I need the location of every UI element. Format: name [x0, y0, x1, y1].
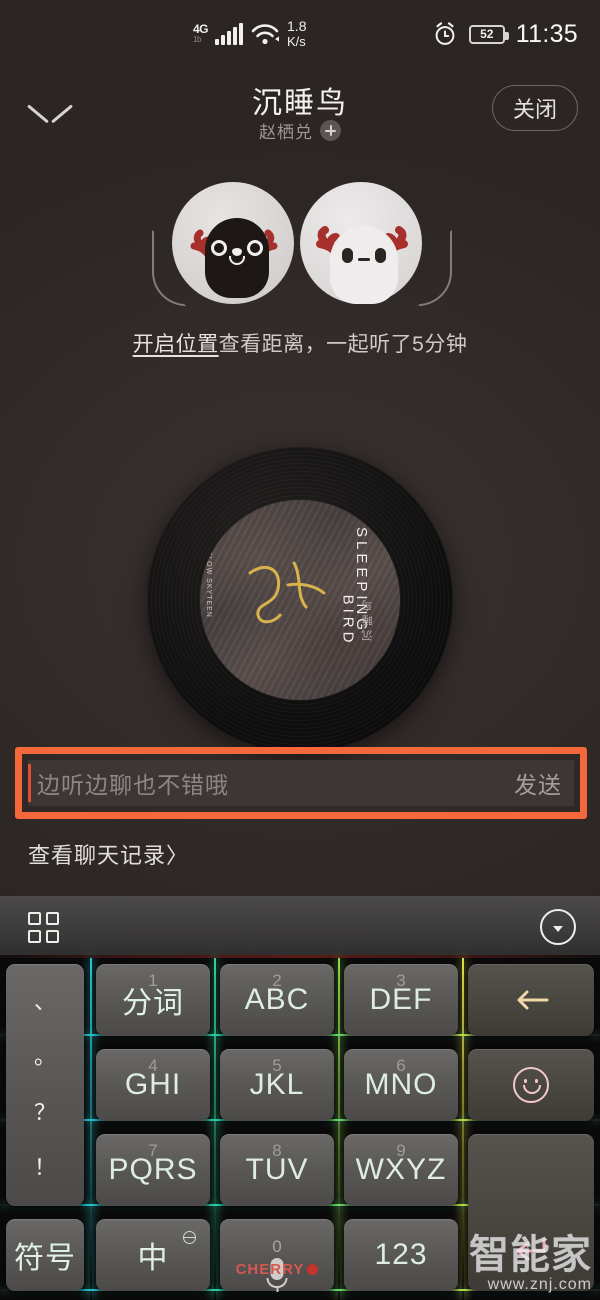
voice-key[interactable]: 0 CHERRY: [220, 1219, 334, 1292]
key-7[interactable]: 7 PQRS: [96, 1134, 210, 1206]
network-type-label: 4G: [193, 22, 209, 36]
punct-mark-2: ？: [33, 1099, 56, 1125]
punct-mark-3: ！: [33, 1155, 56, 1181]
key-number: 4: [148, 1056, 158, 1075]
key-6[interactable]: 6 MNO: [344, 1049, 458, 1121]
vinyl-record[interactable]: SLEEPING BIRD FLOW SKYTEEN 沉睡鸟: [147, 447, 453, 753]
network-speed-value: 1.8: [287, 18, 307, 34]
listen-together-status: 开启位置查看距离，一起听了5分钟: [0, 328, 600, 358]
album-cn-label: 沉睡鸟: [362, 596, 374, 641]
key-number: 1: [148, 971, 158, 990]
backspace-icon: [517, 990, 549, 1010]
keyboard-glow: [462, 958, 464, 1300]
key-number: 7: [148, 1141, 158, 1160]
album-title-line2: BIRD: [339, 594, 357, 647]
emoji-key[interactable]: [468, 1049, 594, 1121]
key-3[interactable]: 3 DEF: [344, 964, 458, 1036]
keyboard-glow: [214, 958, 216, 1300]
key-2[interactable]: 2 ABC: [220, 964, 334, 1036]
status-bar: 4G 1b 1.8 K/s 52 11:35: [0, 0, 600, 68]
enable-location-link[interactable]: 开启位置: [133, 333, 219, 356]
keyboard-glow: [90, 958, 92, 1300]
key-number: 6: [396, 1056, 406, 1075]
keyboard-glow: [338, 958, 340, 1300]
network-speed-unit: K/s: [287, 34, 306, 49]
listen-together-avatars: [0, 178, 600, 313]
keyboard-toolbar: [0, 896, 600, 958]
key-number: 3: [396, 971, 406, 990]
alarm-clock-icon: [435, 22, 455, 45]
network-sub-label: 1b: [193, 35, 201, 44]
network-speed: 1.8 K/s: [287, 18, 307, 50]
battery-level-label: 52: [480, 27, 494, 41]
wifi-icon: [251, 24, 280, 45]
key-1[interactable]: 1 分词: [96, 964, 210, 1036]
key-4[interactable]: 4 GHI: [96, 1049, 210, 1121]
globe-icon: [183, 1231, 196, 1244]
backspace-key[interactable]: [468, 964, 594, 1036]
return-arrow-icon: [516, 1238, 546, 1261]
key-label: 123: [374, 1238, 428, 1271]
album-brand-label: FLOW SKYTEEN: [205, 542, 212, 618]
headphone-cord-right-icon: [418, 230, 452, 306]
clock-label: 11:35: [515, 19, 578, 48]
listen-duration-label: 查看距离，一起听了5分钟: [218, 333, 468, 356]
key-label: 中: [137, 1242, 169, 1275]
grid-apps-icon[interactable]: [28, 912, 59, 943]
key-8[interactable]: 8 TUV: [220, 1134, 334, 1206]
cherry-brand-label: CHERRY: [220, 1261, 334, 1278]
signal-bars-icon: [215, 23, 244, 45]
keyboard: 、。 ？ ！ 1 分词 2 ABC 3 DEF 4 GHI 5 JKL 6 MNO 7 PQRS 8 TUV 9 WXY…: [0, 896, 600, 1300]
punctuation-key[interactable]: 、。 ？ ！: [6, 964, 84, 1206]
white-deer-face: [330, 226, 398, 304]
enter-key[interactable]: [468, 1134, 594, 1291]
punct-mark-0: 、: [33, 988, 56, 1014]
message-input[interactable]: 边听边聊也不错哦 发送: [28, 760, 574, 806]
key-number: 5: [272, 1056, 282, 1075]
view-chat-history-link[interactable]: 查看聊天记录〉: [28, 838, 189, 870]
chevron-down-circle-icon[interactable]: [540, 909, 576, 945]
key-number: 2: [272, 971, 282, 990]
smiley-face-icon: [513, 1067, 549, 1103]
album-art-label: SLEEPING BIRD FLOW SKYTEEN 沉睡鸟: [200, 500, 400, 700]
symbol-key[interactable]: 符号: [6, 1219, 84, 1291]
key-label: 符号: [14, 1242, 76, 1275]
key-number: 9: [396, 1141, 406, 1160]
status-bar-left: 4G 1b 1.8 K/s: [193, 0, 306, 68]
message-input-placeholder: 边听边聊也不错哦: [37, 772, 229, 798]
close-button[interactable]: 关闭: [492, 85, 578, 131]
key-number: 8: [272, 1141, 282, 1160]
network-type-icon: 4G 1b: [193, 21, 209, 47]
key-5[interactable]: 5 JKL: [220, 1049, 334, 1121]
status-bar-right: 52 11:35: [432, 0, 578, 68]
black-deer-face: [205, 218, 269, 298]
key-number: 0: [272, 1237, 282, 1256]
keyboard-keys: 、。 ？ ！ 1 分词 2 ABC 3 DEF 4 GHI 5 JKL 6 MNO 7 PQRS 8 TUV 9 WXY…: [0, 958, 600, 1300]
language-key[interactable]: 中: [96, 1219, 210, 1291]
app-root: 4G 1b 1.8 K/s 52 11:35 沉睡鸟 赵栖兑 关闭 开启位置查看…: [0, 0, 600, 1300]
album-art-scribble: [248, 561, 326, 624]
key-9[interactable]: 9 WXYZ: [344, 1134, 458, 1206]
battery-icon: 52: [468, 24, 509, 44]
send-button[interactable]: 发送: [514, 766, 562, 800]
numeric-key[interactable]: 123: [344, 1219, 458, 1291]
punct-mark-1: 。: [33, 1044, 56, 1070]
follow-plus-icon[interactable]: [320, 120, 341, 141]
text-caret: [28, 764, 31, 802]
artist-name-label: 赵栖兑: [259, 123, 313, 142]
page-header: 沉睡鸟 赵栖兑 关闭: [0, 68, 600, 150]
